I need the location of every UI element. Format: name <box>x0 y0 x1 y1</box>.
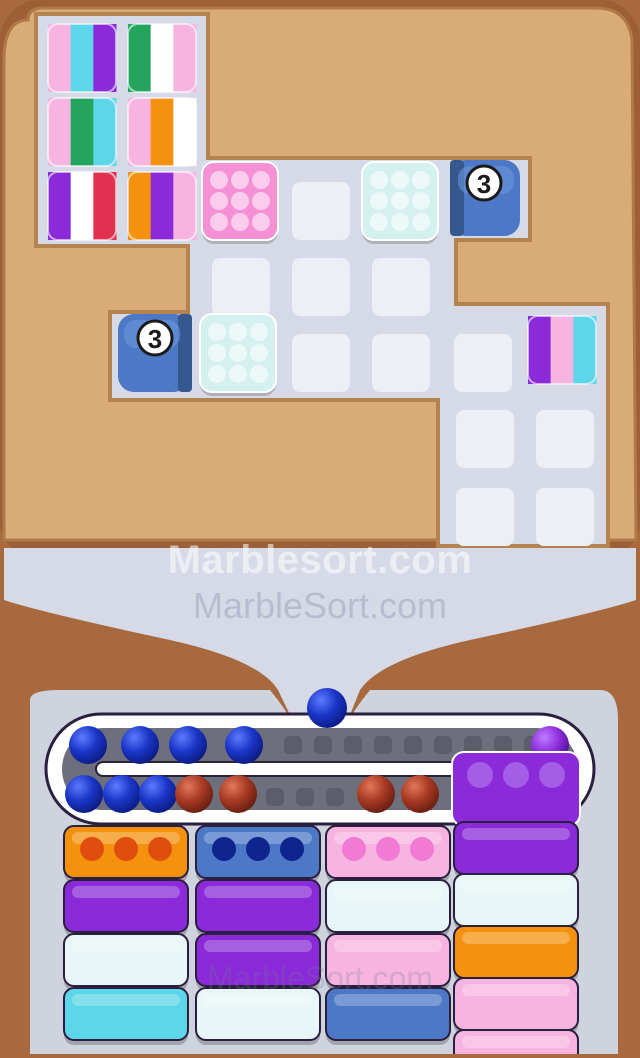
tray-hole <box>148 837 172 861</box>
striped-block[interactable] <box>47 171 117 241</box>
container-marble <box>370 171 388 189</box>
container-marble <box>250 323 268 341</box>
track-dot <box>296 788 314 806</box>
container-marble <box>252 171 270 189</box>
striped-block[interactable] <box>47 97 117 167</box>
tray-hole <box>342 837 366 861</box>
marble-blue <box>121 726 159 764</box>
track-dot <box>434 736 452 754</box>
container-white-left[interactable] <box>199 313 277 396</box>
purple-cartridge[interactable] <box>451 751 581 827</box>
tray-hole <box>280 837 304 861</box>
marble-blue <box>225 726 263 764</box>
empty-slot <box>454 334 512 392</box>
container-marble <box>252 213 270 231</box>
container-marble <box>391 171 409 189</box>
marble-dropping <box>307 688 347 728</box>
game-screen: 3 3 Marblesort.com MarbleSort.com Marble… <box>0 0 640 1058</box>
launcher-left-count: 3 <box>148 324 162 354</box>
empty-slot <box>372 258 430 316</box>
container-white-top[interactable] <box>361 161 439 244</box>
container-marble <box>250 344 268 362</box>
container-marble <box>412 213 430 231</box>
container-pink[interactable] <box>201 161 279 244</box>
container-marble <box>229 344 247 362</box>
striped-block[interactable] <box>127 97 197 167</box>
track-dot <box>284 736 302 754</box>
striped-block[interactable] <box>47 23 117 93</box>
tray-hole <box>212 837 236 861</box>
container-marble <box>210 213 228 231</box>
container-marble <box>210 171 228 189</box>
track-dot <box>314 736 332 754</box>
tray-column-1[interactable] <box>63 825 189 1045</box>
track-dot <box>344 736 362 754</box>
container-marble <box>208 323 226 341</box>
tray-hole <box>80 837 104 861</box>
marble-blue <box>69 726 107 764</box>
empty-slot <box>456 410 514 468</box>
container-marble <box>250 365 268 383</box>
game-board: 3 3 <box>0 0 640 1058</box>
tray-column-4[interactable] <box>453 821 579 1058</box>
container-marble <box>231 213 249 231</box>
container-marble <box>229 323 247 341</box>
container-marble <box>391 213 409 231</box>
empty-slot <box>292 258 350 316</box>
striped-block[interactable] <box>127 23 197 93</box>
empty-slot <box>292 334 350 392</box>
track-dot <box>326 788 344 806</box>
container-marble <box>208 365 226 383</box>
container-marble <box>231 192 249 210</box>
empty-slot <box>212 258 270 316</box>
tray-hole <box>246 837 270 861</box>
marble-blue <box>103 775 141 813</box>
container-marble <box>208 344 226 362</box>
empty-slot <box>536 488 594 546</box>
track-dot <box>374 736 392 754</box>
container-marble <box>391 192 409 210</box>
marble-blue <box>169 726 207 764</box>
striped-block[interactable] <box>527 315 597 385</box>
tray-column-2[interactable] <box>195 825 321 1045</box>
container-marble <box>229 365 247 383</box>
container-marble <box>231 171 249 189</box>
empty-slot <box>292 182 350 240</box>
container-marble <box>252 192 270 210</box>
empty-slot <box>536 410 594 468</box>
marble-blue <box>139 775 177 813</box>
tray-column-3[interactable] <box>325 825 451 1045</box>
track-dot <box>266 788 284 806</box>
launcher-left[interactable]: 3 <box>118 314 192 392</box>
container-marble <box>370 213 388 231</box>
track-dot <box>404 736 422 754</box>
marble-red <box>219 775 257 813</box>
marble-blue <box>65 775 103 813</box>
striped-block[interactable] <box>127 171 197 241</box>
container-marble <box>370 192 388 210</box>
container-marble <box>412 171 430 189</box>
container-marble <box>412 192 430 210</box>
launcher-top-count: 3 <box>477 169 491 199</box>
launcher-top[interactable]: 3 <box>450 160 520 236</box>
empty-slot <box>372 334 430 392</box>
marble-red <box>401 775 439 813</box>
tray-hole <box>114 837 138 861</box>
marble-red <box>357 775 395 813</box>
marble-red <box>175 775 213 813</box>
container-marble <box>210 192 228 210</box>
tray-hole <box>376 837 400 861</box>
empty-slot <box>456 488 514 546</box>
tray-hole <box>410 837 434 861</box>
